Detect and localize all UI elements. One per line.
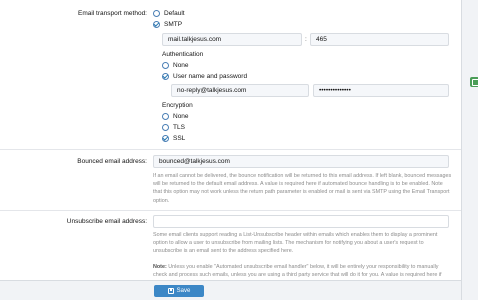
save-icon (167, 288, 174, 294)
selected-radio-icon[interactable] (162, 135, 169, 142)
unsubscribe-email-input[interactable] (153, 215, 449, 228)
enc-ssl-option[interactable]: SSL (162, 135, 185, 142)
enc-tls-option[interactable]: TLS (162, 124, 185, 131)
right-gutter (462, 0, 478, 300)
enc-ssl-label: SSL (173, 135, 186, 142)
bounced-label: Bounced email address: (77, 158, 147, 165)
note-label: Note: (153, 264, 167, 270)
smtp-port-input[interactable]: 465 (310, 33, 449, 46)
enc-none-label: None (173, 113, 189, 120)
radio-icon[interactable] (162, 62, 169, 69)
smtp-password-input[interactable]: •••••••••••••• (313, 84, 449, 97)
selected-radio-icon[interactable] (162, 73, 169, 80)
radio-icon[interactable] (162, 113, 169, 120)
save-label: Save (176, 288, 191, 294)
enc-none-option[interactable]: None (162, 113, 189, 120)
options-panel: Email transport method: Default SMTP mai… (0, 0, 462, 300)
encryption-title: Encryption (162, 102, 193, 109)
selected-radio-icon[interactable] (153, 21, 160, 28)
transport-label: Email transport method: (77, 10, 147, 17)
row-divider (0, 210, 461, 211)
bounced-email-input[interactable]: bounced@talkjesus.com (153, 155, 449, 168)
unsubscribe-hint: Some email clients support reading a Lis… (153, 232, 438, 255)
radio-icon[interactable] (153, 10, 160, 17)
auth-userpass-label: User name and password (173, 73, 248, 80)
smtp-host-input[interactable]: mail.talkjesus.com (162, 33, 302, 46)
form-footer: Save (0, 280, 461, 300)
auth-userpass-option[interactable]: User name and password (162, 73, 247, 80)
enc-tls-label: TLS (173, 124, 185, 131)
bounced-hint: If an email cannot be delivered, the bou… (153, 173, 452, 204)
auth-none-option[interactable]: None (162, 62, 189, 69)
transport-default-label: Default (164, 10, 185, 17)
auth-none-label: None (173, 62, 189, 69)
authentication-title: Authentication (162, 51, 204, 58)
transport-smtp-label: SMTP (164, 21, 183, 28)
radio-icon[interactable] (162, 124, 169, 131)
transport-smtp-option[interactable]: SMTP (153, 21, 182, 28)
save-button[interactable]: Save (154, 285, 204, 297)
port-separator: : (305, 36, 307, 43)
unsubscribe-label: Unsubscribe email address: (66, 218, 147, 225)
smtp-username-input[interactable]: no-reply@talkjesus.com (171, 84, 309, 97)
transport-default-option[interactable]: Default (153, 10, 185, 17)
row-divider (0, 149, 461, 150)
extension-icon[interactable] (470, 77, 478, 87)
